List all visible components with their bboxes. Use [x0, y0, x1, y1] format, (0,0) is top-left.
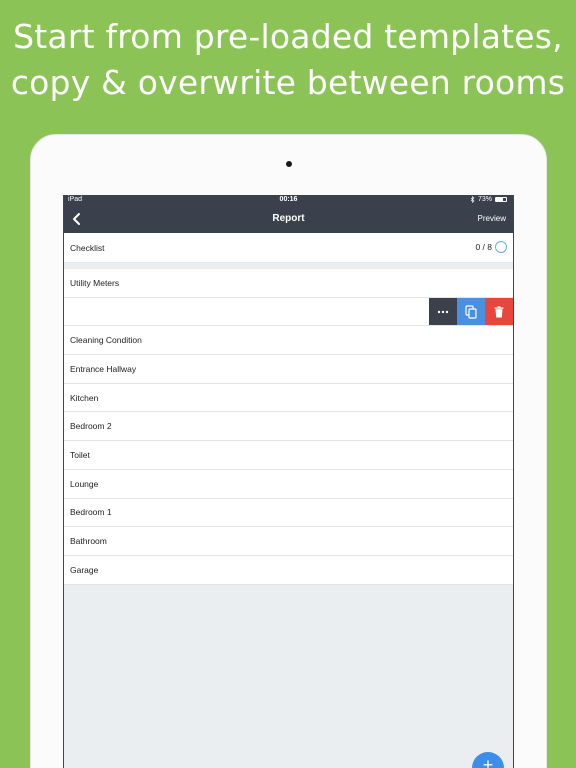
list-item[interactable]: Cleaning Condition [64, 326, 513, 356]
list-item-label: Garage [70, 564, 99, 575]
copy-button[interactable] [457, 297, 485, 326]
list-item[interactable]: Bathroom [64, 527, 513, 556]
status-bar: iPad 00:16 73% [64, 195, 513, 206]
battery-icon [495, 197, 507, 202]
swipe-actions [429, 297, 513, 326]
more-icon [437, 310, 449, 313]
battery-fill [496, 198, 504, 201]
plus-icon: + [482, 755, 494, 768]
page-title: Report [272, 213, 305, 224]
list-item-label: Bedroom 2 [70, 421, 112, 432]
list-item[interactable]: Toilet [64, 441, 513, 470]
status-time: 00:16 [279, 196, 298, 203]
app-screen: iPad 00:16 73% Report Preview Checklist … [63, 195, 514, 768]
list-item[interactable]: Utility Meters [64, 269, 513, 298]
list-item[interactable]: Garage [64, 555, 513, 585]
list-item-label: Bathroom [70, 536, 107, 547]
list-item-label: Bedroom 1 [70, 507, 112, 518]
status-right: 73% [470, 196, 507, 203]
headline: Start from pre-loaded templates, copy & … [0, 14, 576, 106]
list-item-label: Lounge [70, 478, 99, 489]
copy-icon [465, 304, 477, 319]
checklist-label: Checklist [70, 242, 105, 253]
list-item-label: Toilet [70, 449, 90, 460]
list-item-label: Utility Meters [70, 277, 120, 288]
list-item[interactable]: Lounge [64, 469, 513, 499]
nav-bar: Report Preview [64, 206, 513, 233]
checklist-progress-text: 0 / 8 [475, 242, 492, 252]
room-list: Utility Meters Cleaning Condition Entran… [64, 269, 513, 585]
preview-button[interactable]: Preview [478, 214, 506, 223]
battery-percent: 73% [477, 196, 492, 203]
list-item-label: Cleaning Condition [70, 335, 142, 346]
progress-circle-icon [495, 241, 507, 253]
checklist-progress: 0 / 8 [475, 241, 507, 253]
list-item[interactable]: Kitchen [64, 383, 513, 413]
bluetooth-icon [470, 196, 475, 203]
list-item[interactable]: Entrance Hallway [64, 355, 513, 384]
headline-line-1: Start from pre-loaded templates, [13, 17, 563, 56]
list-item-label: Entrance Hallway [70, 363, 137, 374]
list-item-swiped[interactable] [64, 297, 513, 327]
camera-dot [286, 161, 292, 167]
headline-line-2: copy & overwrite between rooms [10, 63, 566, 102]
list-item-label: Kitchen [70, 392, 99, 403]
more-button[interactable] [429, 297, 457, 326]
list-item[interactable]: Bedroom 1 [64, 498, 513, 528]
checklist-row[interactable]: Checklist 0 / 8 [64, 233, 513, 263]
delete-button[interactable] [485, 297, 513, 326]
trash-icon [494, 305, 504, 318]
list-item[interactable]: Bedroom 2 [64, 412, 513, 442]
